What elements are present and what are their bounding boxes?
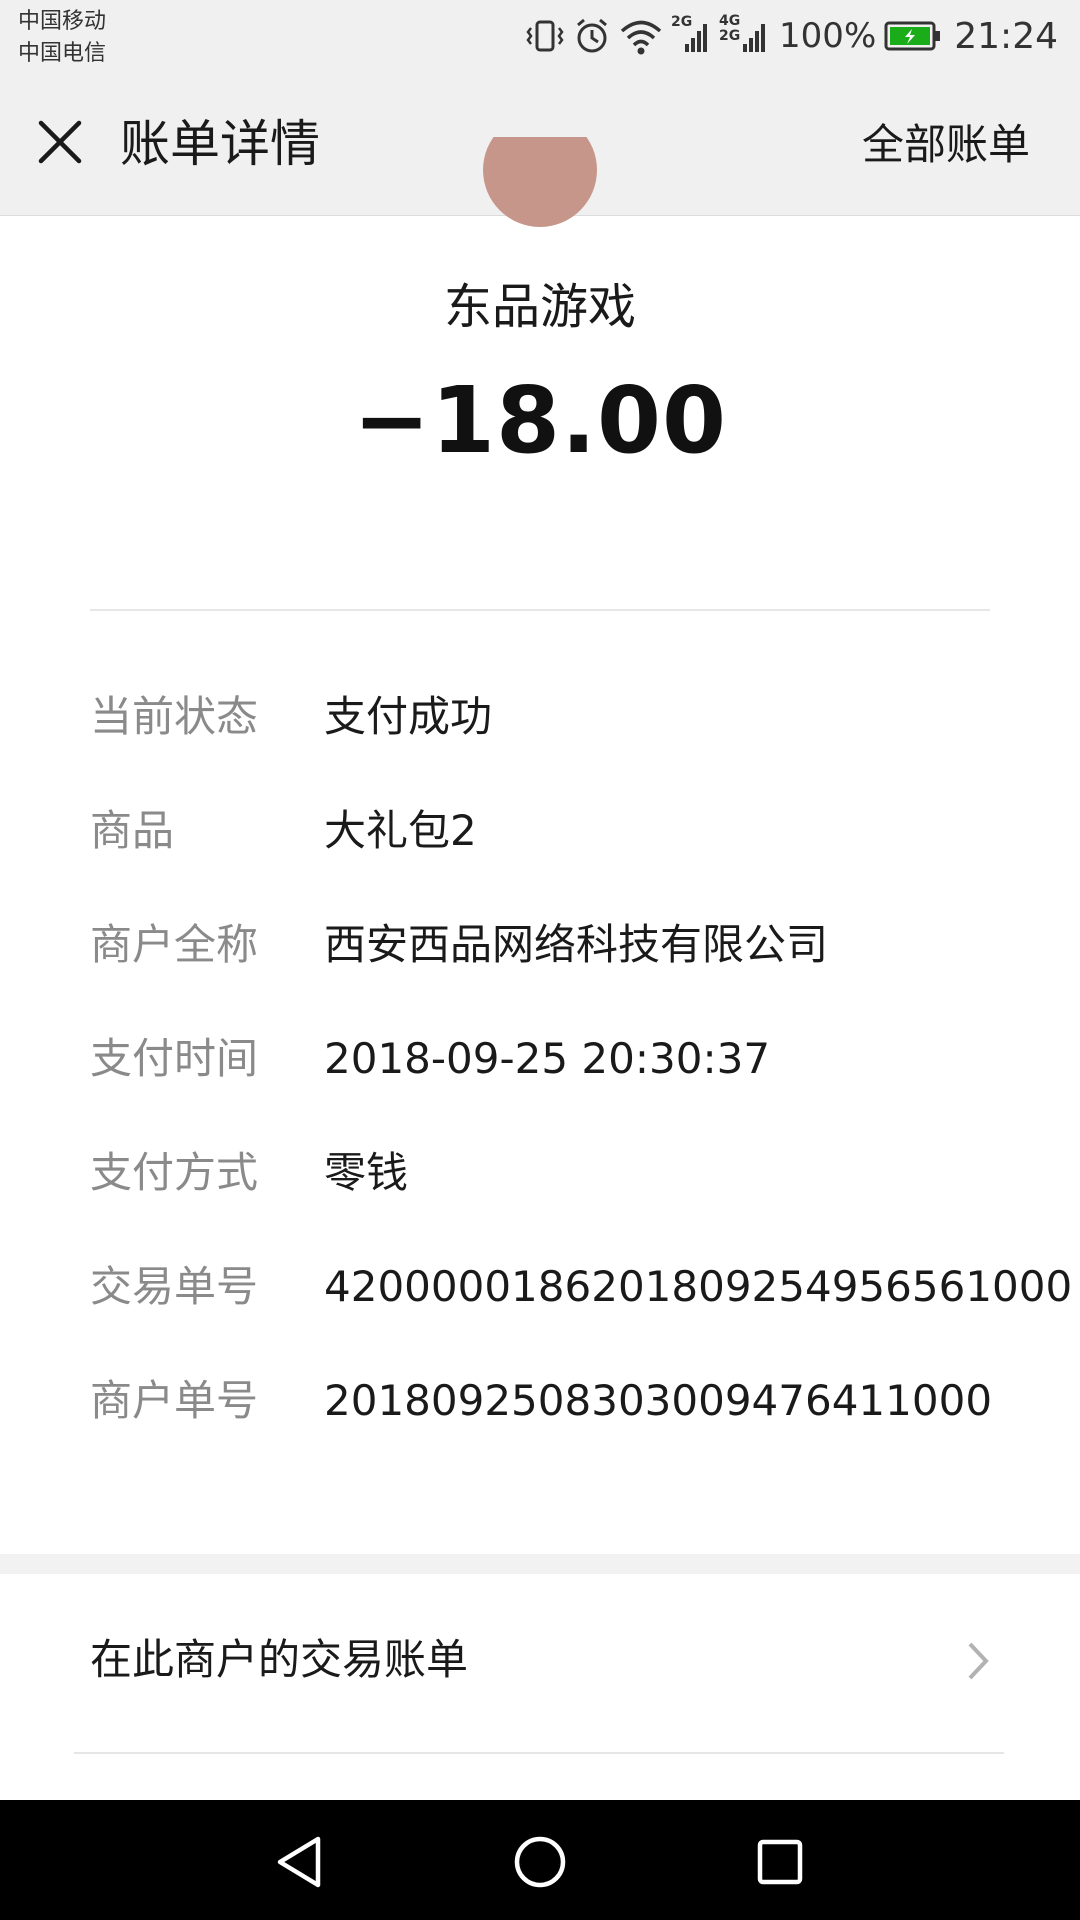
detail-value: 大礼包2 (324, 806, 477, 855)
battery-icon (884, 20, 942, 52)
detail-label: 支付时间 (90, 1034, 259, 1083)
signal-icon: 4G 2G (719, 14, 771, 56)
all-bills-link[interactable]: 全部账单 (862, 118, 1030, 172)
detail-row-payment-method: 支付方式 零钱 (90, 1143, 1030, 1257)
detail-value: 2018092508303009476411000 (324, 1376, 993, 1425)
section-separator (0, 1554, 1080, 1574)
recents-icon (757, 1839, 803, 1885)
detail-row-merchant-full-name: 商户全称 西安西品网络科技有限公司 (90, 915, 1030, 1029)
network-type-label: 4G 2G (719, 14, 740, 44)
vibrate-icon (525, 16, 565, 56)
bill-detail-screen: 中国移动 中国电信 2G 4G 2G 100% 21:24 账单详情 全部账单 … (0, 0, 1080, 1920)
battery-percent: 100% (779, 16, 877, 56)
divider (74, 1752, 1004, 1754)
carrier-info: 中国移动 中国电信 (18, 6, 106, 70)
nav-home-button[interactable] (508, 1830, 572, 1894)
merchant-name: 东品游戏 (443, 279, 636, 335)
navigation-bar (0, 1800, 1080, 1920)
chevron-right-icon (968, 1642, 989, 1680)
close-button[interactable] (30, 112, 90, 172)
status-bar: 中国移动 中国电信 2G 4G 2G 100% 21:24 (0, 0, 1080, 72)
bill-amount: −18.00 (352, 367, 728, 474)
detail-value: 支付成功 (324, 692, 493, 741)
alarm-icon (573, 16, 611, 56)
detail-label: 商品 (90, 806, 175, 855)
detail-value: 西安西品网络科技有限公司 (324, 920, 829, 969)
detail-row-transaction-id: 交易单号 4200000186201809254956561000 (90, 1257, 1072, 1371)
detail-label: 支付方式 (90, 1148, 259, 1197)
detail-label: 商户全称 (90, 920, 259, 969)
carrier-1: 中国移动 (18, 9, 107, 34)
detail-row-merchant-order-id: 商户单号 2018092508303009476411000 (90, 1371, 1030, 1485)
detail-value: 2018-09-25 20:30:37 (324, 1034, 771, 1083)
merchant-avatar (483, 137, 597, 227)
signal-icon: 2G (671, 14, 711, 56)
wifi-icon (619, 16, 663, 56)
status-icons: 2G 4G 2G 100% 21:24 (525, 10, 1058, 62)
detail-row-status: 当前状态 支付成功 (90, 687, 1030, 801)
detail-row-payment-time: 支付时间 2018-09-25 20:30:37 (90, 1029, 1030, 1143)
close-icon (38, 120, 82, 164)
home-icon (514, 1836, 566, 1888)
clock: 21:24 (954, 15, 1058, 57)
detail-label: 当前状态 (90, 692, 259, 741)
page-title: 账单详情 (120, 115, 320, 173)
network-type-label: 2G (671, 14, 693, 30)
network-type-bottom: 2G (719, 28, 741, 44)
divider (90, 609, 990, 611)
nav-back-button[interactable] (268, 1830, 332, 1894)
detail-row-product: 商品 大礼包2 (90, 801, 1030, 915)
network-type-top: 4G (719, 13, 741, 29)
detail-label: 商户单号 (90, 1376, 259, 1425)
bill-details: 当前状态 支付成功 商品 大礼包2 商户全称 西安西品网络科技有限公司 支付时间… (90, 687, 1072, 1485)
detail-value: 4200000186201809254956561000 (324, 1262, 1073, 1311)
carrier-2: 中国电信 (18, 41, 107, 66)
merchant-bills-label: 在此商户的交易账单 (90, 1635, 469, 1684)
detail-value: 零钱 (324, 1148, 409, 1197)
detail-label: 交易单号 (90, 1262, 259, 1311)
merchant-bills-entry[interactable]: 在此商户的交易账单 (0, 1574, 1080, 1749)
back-icon (277, 1836, 321, 1888)
nav-recents-button[interactable] (748, 1830, 812, 1894)
